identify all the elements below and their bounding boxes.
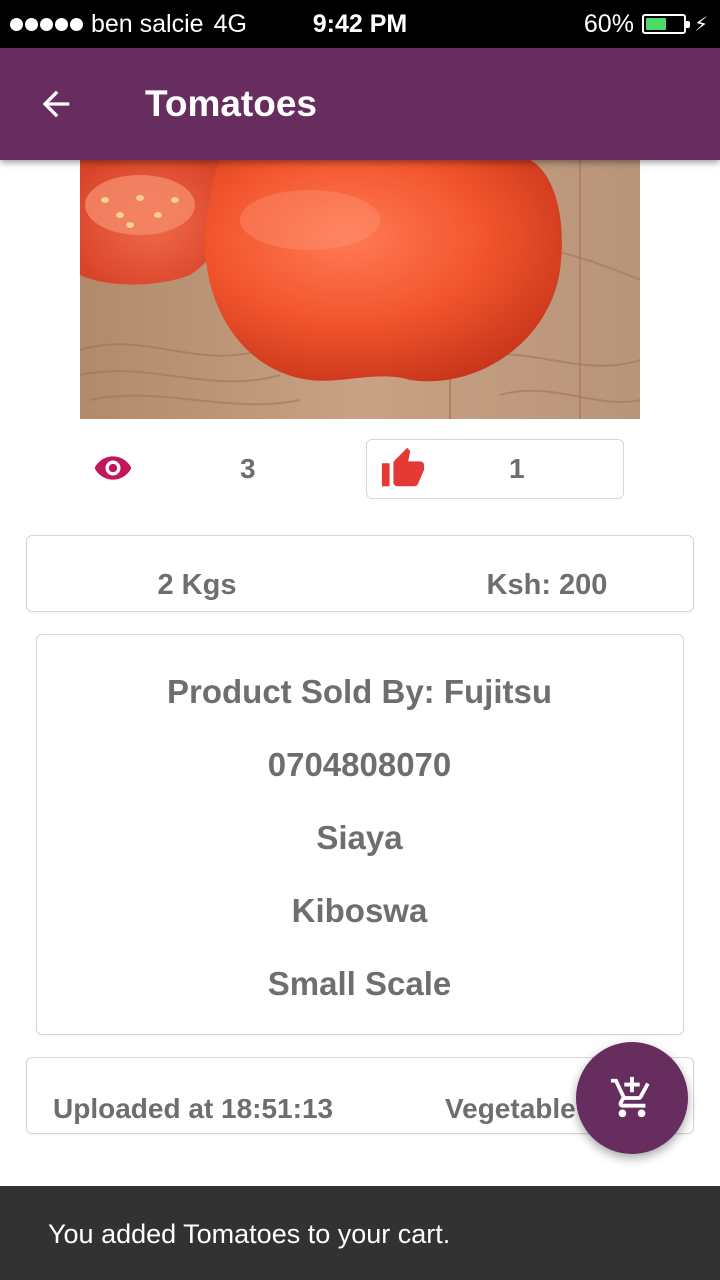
status-right: 60% ⚡ <box>584 0 708 48</box>
charging-icon: ⚡ <box>693 13 708 36</box>
add-to-cart-icon <box>610 1076 650 1118</box>
seller-county: Siaya <box>316 819 403 856</box>
product-image <box>80 160 640 419</box>
eye-icon <box>94 456 132 480</box>
add-to-cart-button[interactable] <box>576 1042 688 1154</box>
status-bar: ben salcie 4G 9:42 PM 60% ⚡ <box>0 0 720 48</box>
battery-icon <box>641 14 690 34</box>
snackbar-message: You added Tomatoes to your cart. <box>48 1219 451 1249</box>
seller-scale: Small Scale <box>267 965 452 1002</box>
views-count: 3 <box>240 453 256 484</box>
product-category: Vegetable <box>445 1093 576 1124</box>
page-title: Tomatoes <box>145 83 318 124</box>
seller-name: Product Sold By: Fujitsu <box>167 673 552 710</box>
back-button[interactable] <box>30 78 82 130</box>
seller-phone: 0704808070 <box>267 746 452 783</box>
battery-percent: 60% <box>583 9 634 38</box>
views-stat: 3 <box>80 440 330 498</box>
quantity-label: 2 Kgs <box>157 569 237 601</box>
upload-time: Uploaded at 18:51:13 <box>53 1093 334 1124</box>
seller-location: Kiboswa <box>291 892 428 929</box>
app-bar: Tomatoes <box>0 48 720 160</box>
likes-count: 1 <box>509 453 525 484</box>
tomato-photo <box>80 160 640 419</box>
price-label: Ksh: 200 <box>486 569 608 601</box>
thumbs-up-icon <box>381 447 425 487</box>
arrow-left-icon <box>42 90 70 118</box>
seller-card: Product Sold By: Fujitsu 0704808070 Siay… <box>36 634 684 1035</box>
like-button[interactable]: 1 <box>366 439 624 499</box>
quantity-price-card: 2 Kgs Ksh: 200 <box>26 535 694 612</box>
snackbar: You added Tomatoes to your cart. <box>0 1186 720 1280</box>
